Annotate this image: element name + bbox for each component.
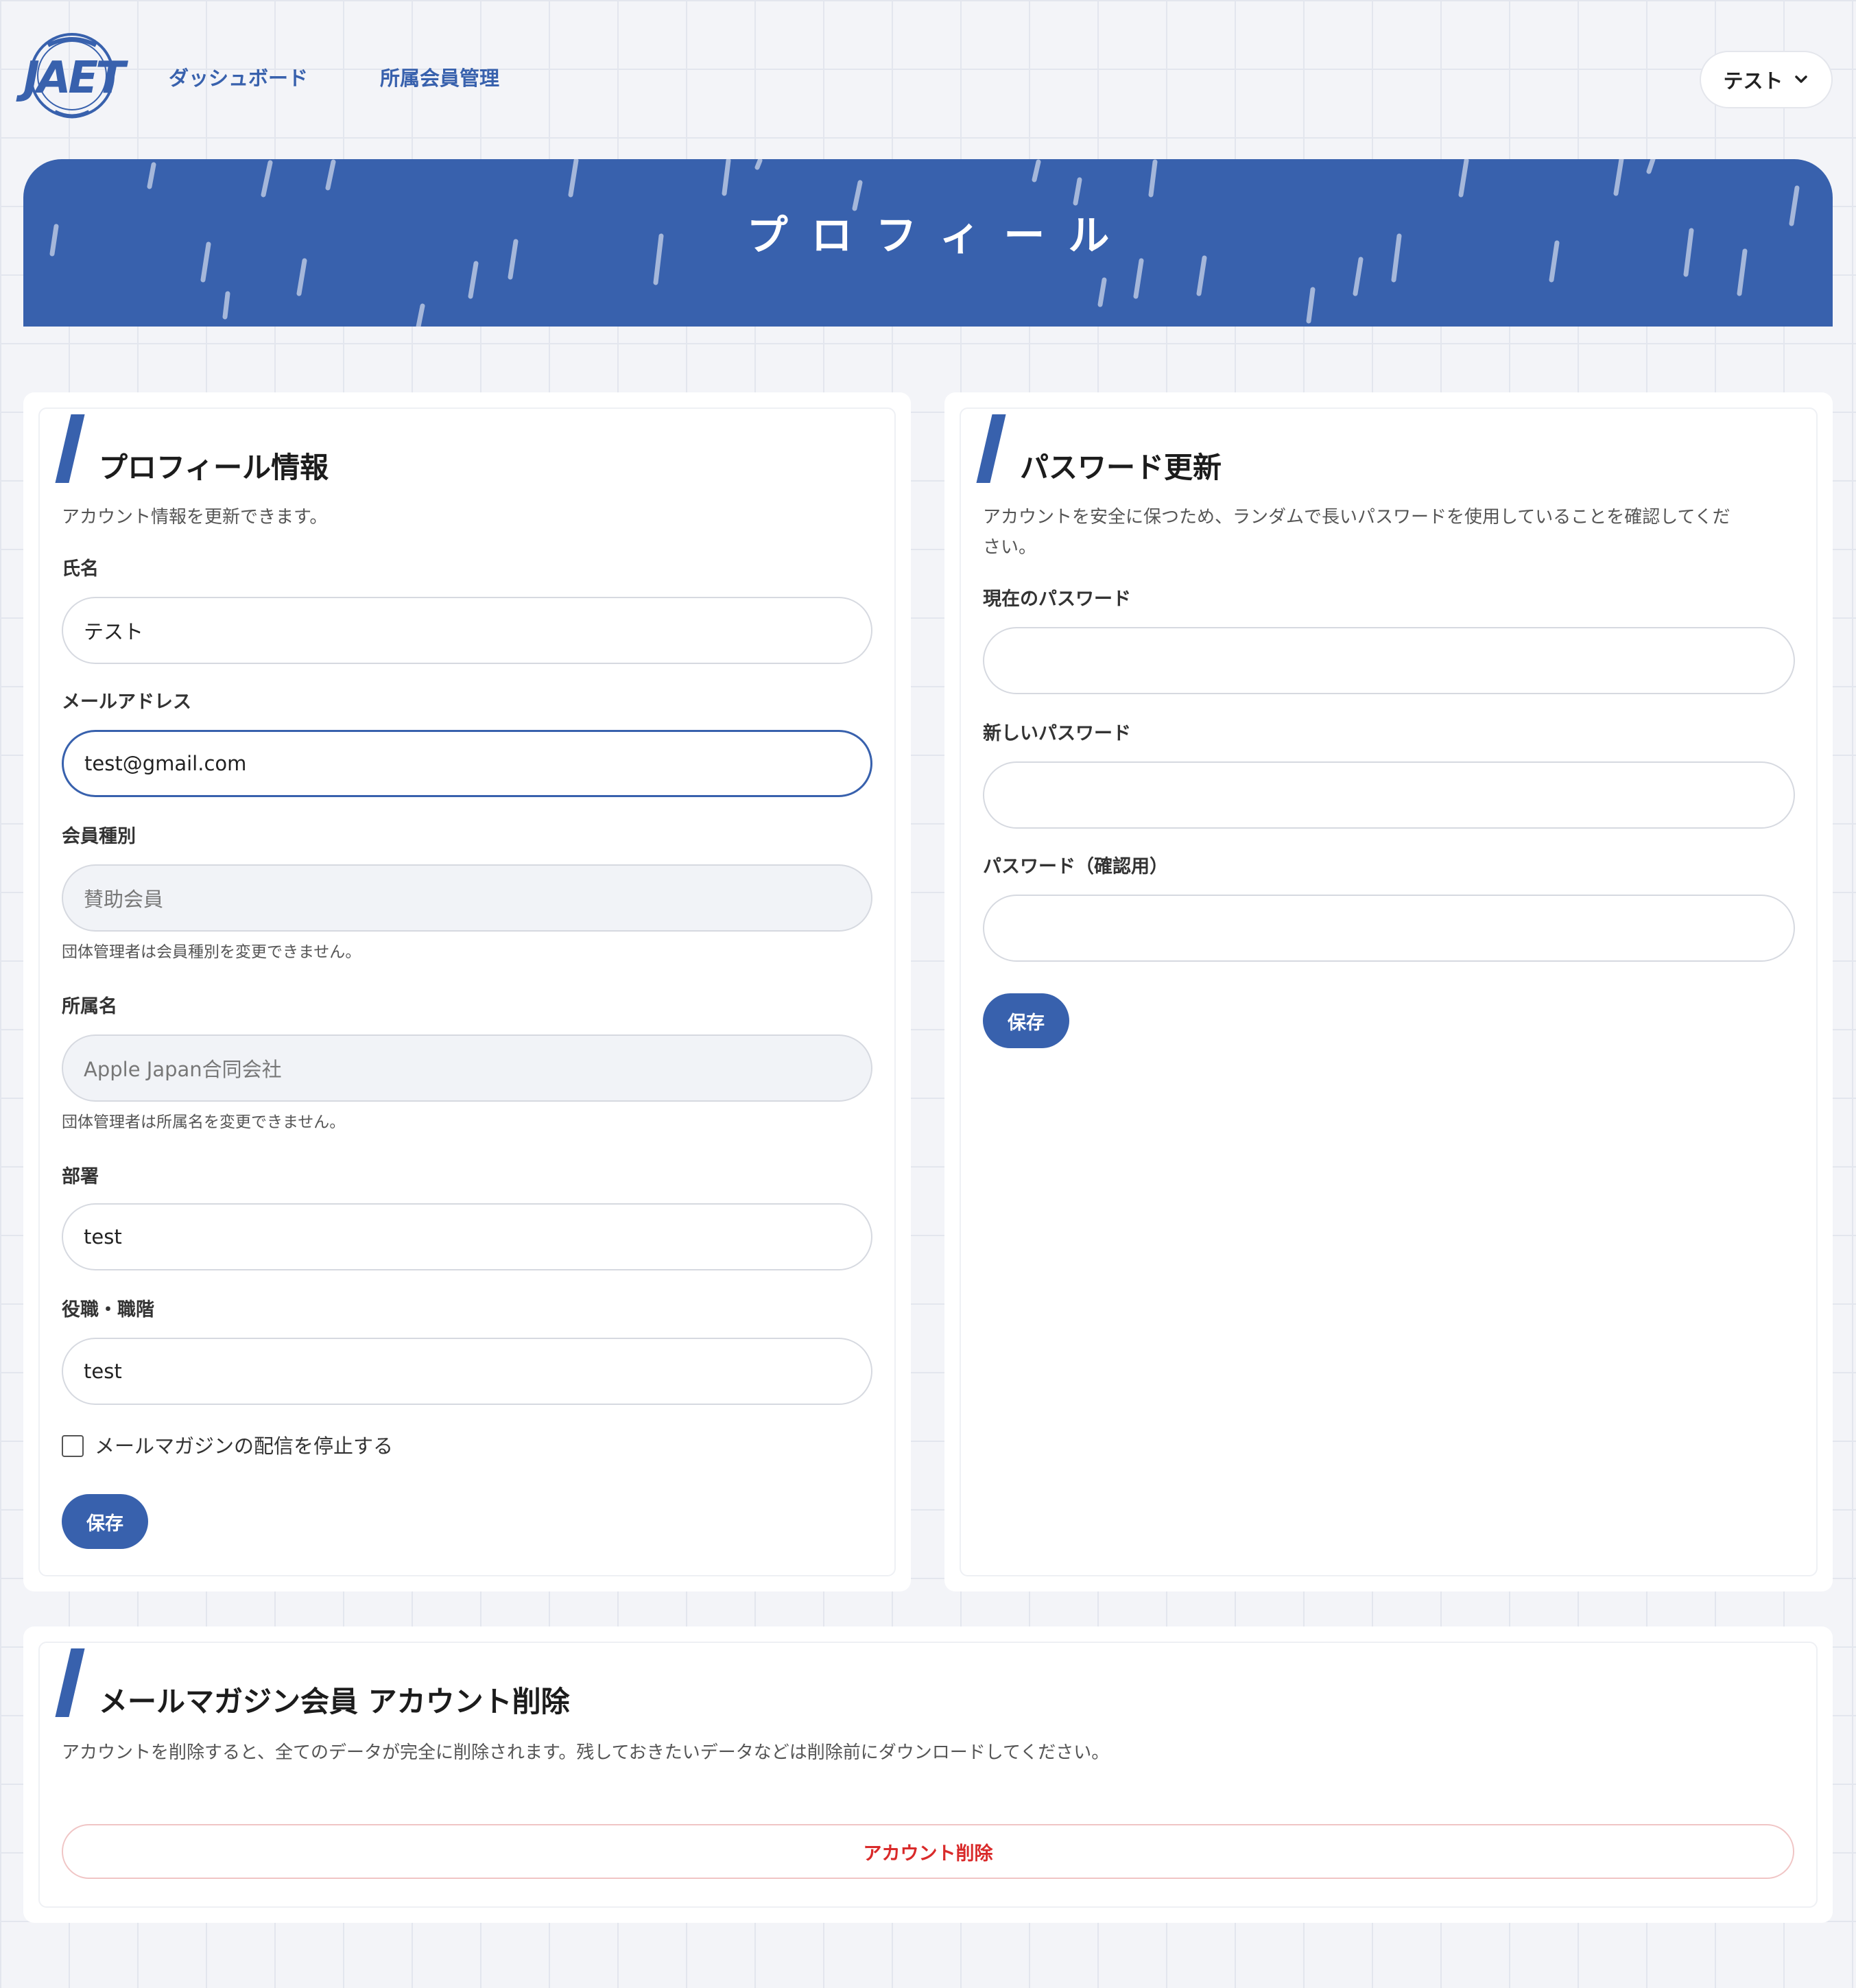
delete-account-button[interactable]: アカウント削除	[62, 1824, 1794, 1879]
position-label: 役職・職階	[62, 1299, 154, 1321]
confirm-password-label: パスワード（確認用）	[983, 856, 1168, 877]
jaet-logo[interactable]: JAET	[21, 33, 126, 122]
password-update-card: パスワード更新 アカウントを安全に保つため、ランダムで長いパスワードを使用してい…	[944, 392, 1833, 1591]
password-section-description-line1: アカウントを安全に保つため、ランダムで長いパスワードを使用していることを確認して…	[983, 507, 1730, 528]
organization-note: 団体管理者は所属名を変更できません。	[62, 1113, 346, 1131]
new-password-label: 新しいパスワード	[983, 723, 1131, 744]
new-password-input[interactable]	[983, 761, 1795, 829]
membership-type-input: 賛助会員	[62, 864, 872, 932]
password-section-title: パスワード更新	[1020, 451, 1222, 484]
nav-link-dashboard[interactable]: ダッシュボード	[169, 63, 308, 93]
profile-section-title: プロフィール情報	[99, 451, 329, 484]
password-section-description-line2: さい。	[983, 537, 1037, 558]
department-input[interactable]: test	[62, 1203, 872, 1270]
nav-link-member-management[interactable]: 所属会員管理	[380, 63, 499, 93]
name-input[interactable]: テスト	[62, 597, 872, 664]
position-input[interactable]: test	[62, 1338, 872, 1405]
user-menu-button[interactable]: テスト	[1700, 51, 1833, 108]
password-card-inner	[960, 407, 1818, 1576]
top-nav: JAET ダッシュボード 所属会員管理 テスト	[0, 0, 1856, 158]
department-label: 部署	[62, 1166, 99, 1187]
profile-section-description: アカウント情報を更新できます。	[62, 507, 328, 528]
organization-label: 所属名	[62, 996, 117, 1017]
membership-type-note: 団体管理者は会員種別を変更できません。	[62, 943, 361, 961]
page-header-banner: プロフィール	[23, 159, 1833, 327]
delete-section-title: メールマガジン会員 アカウント削除	[99, 1685, 570, 1718]
email-label: メールアドレス	[62, 691, 191, 713]
profile-save-button[interactable]: 保存	[62, 1494, 148, 1549]
current-password-label: 現在のパスワード	[983, 589, 1131, 610]
name-label: 氏名	[62, 558, 99, 580]
page-title: プロフィール	[746, 212, 1133, 260]
profile-info-card: プロフィール情報 アカウント情報を更新できます。 氏名 テスト メールアドレス …	[23, 392, 911, 1591]
current-password-input[interactable]	[983, 627, 1795, 694]
organization-input: Apple Japan合同会社	[62, 1034, 872, 1102]
password-save-button[interactable]: 保存	[983, 993, 1069, 1048]
logo-text: JAET	[23, 53, 126, 104]
account-delete-card: メールマガジン会員 アカウント削除 アカウントを削除すると、全てのデータが完全に…	[23, 1626, 1833, 1923]
chevron-down-icon	[1794, 75, 1807, 83]
confirm-password-input[interactable]	[983, 895, 1795, 962]
newsletter-stop-checkbox[interactable]	[62, 1435, 84, 1457]
newsletter-stop-label[interactable]: メールマガジンの配信を停止する	[95, 1431, 393, 1461]
email-input[interactable]: test@gmail.com	[62, 730, 872, 797]
membership-type-label: 会員種別	[62, 826, 136, 847]
delete-section-description: アカウントを削除すると、全てのデータが完全に削除されます。残しておきたいデータな…	[62, 1742, 1110, 1763]
user-name: テスト	[1723, 69, 1783, 93]
